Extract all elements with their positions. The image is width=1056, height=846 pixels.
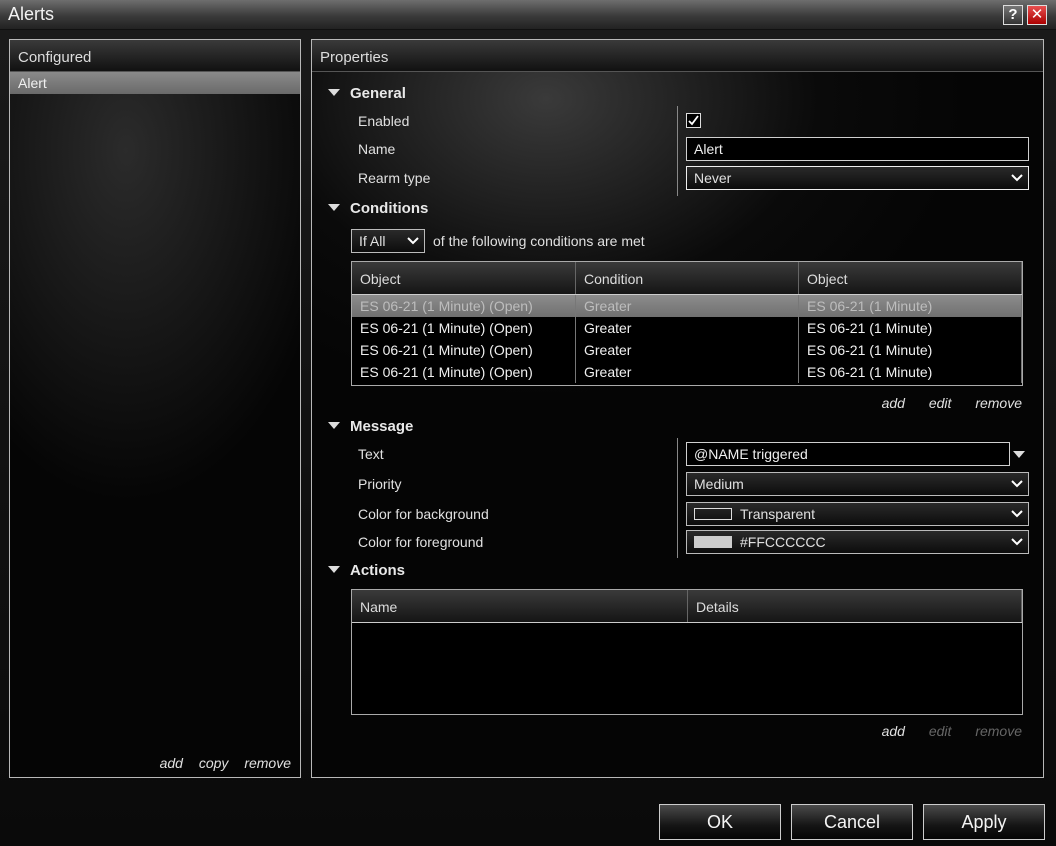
message-text-input[interactable]: @NAME triggered bbox=[686, 442, 1010, 466]
configured-add-link[interactable]: add bbox=[160, 755, 183, 771]
collapse-triangle-icon bbox=[328, 89, 340, 96]
priority-select[interactable]: Medium bbox=[686, 472, 1029, 496]
collapse-triangle-icon bbox=[328, 204, 340, 211]
actions-remove-link[interactable]: remove bbox=[975, 723, 1022, 739]
chevron-down-icon bbox=[407, 237, 419, 245]
table-row[interactable]: ES 06-21 (1 Minute) (Open) Greater ES 06-2… bbox=[352, 361, 1022, 383]
chevron-down-icon bbox=[1011, 510, 1023, 518]
collapse-triangle-icon bbox=[328, 422, 340, 429]
configured-list: Alert bbox=[10, 72, 300, 94]
table-cell: ES 06-21 (1 Minute) bbox=[799, 339, 1022, 361]
help-button[interactable]: ? bbox=[1003, 5, 1023, 25]
rearm-type-select[interactable]: Never bbox=[686, 166, 1029, 190]
properties-panel: Properties General Enabled Name Alert Re… bbox=[311, 39, 1044, 778]
configured-remove-link[interactable]: remove bbox=[244, 755, 291, 771]
table-cell: ES 06-21 (1 Minute) bbox=[799, 317, 1022, 339]
conditions-table: Object Condition Object ES 06-21 (1 Minute… bbox=[351, 261, 1023, 386]
title-bar: Alerts ? ✕ bbox=[0, 0, 1056, 30]
rearm-type-value: Never bbox=[694, 170, 732, 186]
actions-column-header[interactable]: Details bbox=[688, 590, 1022, 622]
configured-panel: Configured Alert add copy remove bbox=[9, 39, 301, 778]
conditions-column-header[interactable]: Condition bbox=[576, 262, 799, 294]
color-background-label: Color for background bbox=[358, 506, 489, 522]
configured-copy-link[interactable]: copy bbox=[199, 755, 229, 771]
chevron-down-icon bbox=[1011, 538, 1023, 546]
enabled-checkbox[interactable] bbox=[686, 113, 701, 128]
chevron-down-icon bbox=[1011, 174, 1023, 182]
properties-header: Properties bbox=[312, 40, 1043, 72]
table-cell: ES 06-21 (1 Minute) bbox=[799, 361, 1022, 383]
cancel-button[interactable]: Cancel bbox=[791, 804, 913, 840]
condition-match-text: of the following conditions are met bbox=[433, 233, 645, 249]
actions-table: Name Details bbox=[351, 589, 1023, 715]
ok-button[interactable]: OK bbox=[659, 804, 781, 840]
configured-links: add copy remove bbox=[148, 755, 291, 771]
rearm-type-label: Rearm type bbox=[358, 170, 431, 186]
table-cell: Greater bbox=[576, 361, 799, 383]
color-foreground-label: Color for foreground bbox=[358, 534, 484, 550]
color-foreground-value: #FFCCCCCC bbox=[740, 534, 826, 550]
priority-value: Medium bbox=[694, 476, 744, 492]
conditions-table-body: ES 06-21 (1 Minute) (Open) Greater ES 06-2… bbox=[352, 295, 1022, 383]
priority-label: Priority bbox=[358, 476, 402, 492]
conditions-section-toggle[interactable]: Conditions bbox=[328, 200, 428, 217]
color-background-value: Transparent bbox=[740, 506, 815, 522]
configured-header: Configured bbox=[10, 40, 300, 72]
conditions-table-header: Object Condition Object bbox=[352, 262, 1022, 295]
actions-add-link[interactable]: add bbox=[882, 723, 905, 739]
general-section-title: General bbox=[350, 85, 406, 102]
configured-list-item[interactable]: Alert bbox=[10, 72, 300, 94]
conditions-add-link[interactable]: add bbox=[882, 395, 905, 411]
actions-links: add edit remove bbox=[862, 723, 1022, 739]
close-button[interactable]: ✕ bbox=[1027, 5, 1047, 25]
actions-table-header: Name Details bbox=[352, 590, 1022, 623]
actions-section-title: Actions bbox=[350, 562, 406, 579]
actions-section-toggle[interactable]: Actions bbox=[328, 562, 405, 579]
table-cell: ES 06-21 (1 Minute) (Open) bbox=[352, 339, 576, 361]
color-foreground-select[interactable]: #FFCCCCCC bbox=[686, 530, 1029, 554]
enabled-label: Enabled bbox=[358, 113, 410, 129]
general-section-toggle[interactable]: General bbox=[328, 85, 406, 102]
table-cell: ES 06-21 (1 Minute) (Open) bbox=[352, 317, 576, 339]
alerts-window: Configured Alert add copy remove Propert… bbox=[0, 30, 1056, 846]
checkmark-icon bbox=[688, 115, 699, 126]
conditions-links: add edit remove bbox=[862, 395, 1022, 411]
message-section-toggle[interactable]: Message bbox=[328, 418, 413, 435]
message-text-label: Text bbox=[358, 446, 384, 462]
message-text-dropdown-icon[interactable] bbox=[1012, 449, 1026, 459]
table-cell: Greater bbox=[576, 339, 799, 361]
actions-column-header[interactable]: Name bbox=[352, 590, 688, 622]
background-color-swatch bbox=[694, 508, 732, 520]
chevron-down-icon bbox=[1011, 480, 1023, 488]
collapse-triangle-icon bbox=[328, 566, 340, 573]
window-title: Alerts bbox=[8, 4, 55, 24]
table-cell: ES 06-21 (1 Minute) (Open) bbox=[352, 361, 576, 383]
foreground-color-swatch bbox=[694, 536, 732, 548]
message-section-title: Message bbox=[350, 418, 414, 435]
table-row[interactable]: ES 06-21 (1 Minute) (Open) Greater ES 06-2… bbox=[352, 339, 1022, 361]
table-row[interactable]: ES 06-21 (1 Minute) (Open) Greater ES 06-2… bbox=[352, 317, 1022, 339]
table-cell: Greater bbox=[576, 317, 799, 339]
table-cell: ES 06-21 (1 Minute) (Open) bbox=[352, 295, 576, 317]
conditions-section-title: Conditions bbox=[350, 200, 429, 217]
condition-match-select[interactable]: If All bbox=[351, 229, 425, 253]
apply-button[interactable]: Apply bbox=[923, 804, 1045, 840]
actions-edit-link[interactable]: edit bbox=[929, 723, 952, 739]
table-cell: Greater bbox=[576, 295, 799, 317]
message-divider bbox=[677, 438, 678, 558]
table-cell: ES 06-21 (1 Minute) bbox=[799, 295, 1022, 317]
conditions-edit-link[interactable]: edit bbox=[929, 395, 952, 411]
condition-match-value: If All bbox=[359, 233, 386, 249]
conditions-remove-link[interactable]: remove bbox=[975, 395, 1022, 411]
table-row[interactable]: ES 06-21 (1 Minute) (Open) Greater ES 06-2… bbox=[352, 295, 1022, 317]
name-input[interactable]: Alert bbox=[686, 137, 1029, 161]
name-label: Name bbox=[358, 141, 396, 157]
color-background-select[interactable]: Transparent bbox=[686, 502, 1029, 526]
conditions-column-header[interactable]: Object bbox=[352, 262, 576, 294]
conditions-column-header[interactable]: Object bbox=[799, 262, 1022, 294]
general-divider bbox=[677, 106, 678, 196]
